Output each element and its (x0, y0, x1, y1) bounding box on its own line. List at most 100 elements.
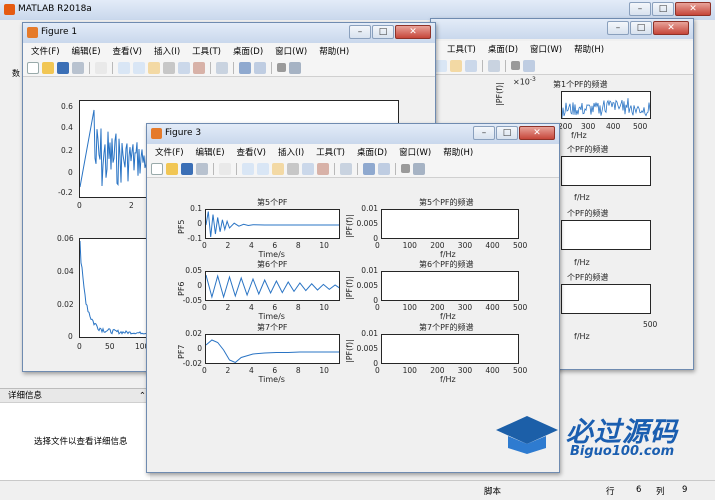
gray-square-icon[interactable] (401, 164, 410, 173)
colorbar-icon[interactable] (363, 162, 375, 175)
save-icon[interactable] (181, 162, 193, 175)
print-icon[interactable] (72, 61, 84, 74)
fig1-menu-insert[interactable]: 插入(I) (154, 45, 180, 57)
save-icon[interactable] (57, 61, 69, 74)
fig2-xlabel-4: f/Hz (574, 332, 590, 341)
matlab-titlebar: MATLAB R2018a – □ ✕ (0, 0, 715, 20)
print-icon[interactable] (196, 162, 208, 175)
gray-square-icon[interactable] (277, 63, 286, 72)
fig1-menu-edit[interactable]: 编辑(E) (72, 45, 101, 57)
rotate-icon[interactable] (287, 162, 299, 175)
fig3-time-xtick: 2 (225, 366, 231, 375)
fig3-freq-xtick: 200 (430, 366, 445, 375)
fig1-maximize-button[interactable]: □ (372, 25, 394, 39)
fig1-menu-desktop[interactable]: 桌面(D) (233, 45, 263, 57)
new-figure-icon[interactable] (27, 61, 39, 74)
fig1-bot-ytick: 0.04 (57, 267, 74, 276)
fig3-freq-xtick: 500 (513, 303, 528, 312)
fig2-menu-desktop[interactable]: 桌面(D) (488, 43, 518, 55)
fig1-menu-file[interactable]: 文件(F) (31, 45, 60, 57)
fig3-menu-view[interactable]: 查看(V) (237, 146, 266, 158)
fig3-menu-insert[interactable]: 插入(I) (278, 146, 304, 158)
fig2-minimize-button[interactable]: – (607, 21, 629, 35)
link-icon[interactable] (216, 61, 228, 74)
status-bar: 脚本 行 6 列 9 (0, 480, 715, 500)
datatip-icon[interactable] (178, 61, 190, 74)
fig1-top-xtick: 0 (77, 201, 82, 210)
brush-icon[interactable] (317, 162, 329, 175)
minimize-button[interactable]: – (629, 2, 651, 16)
fig3-maximize-button[interactable]: □ (496, 126, 518, 140)
zoom-in-icon[interactable] (435, 59, 447, 72)
open-icon[interactable] (166, 162, 178, 175)
pan-icon[interactable] (148, 61, 160, 74)
fig2-close-button[interactable]: ✕ (653, 21, 689, 35)
fig3-menu-help[interactable]: 帮助(H) (443, 146, 473, 158)
zoom-out-icon[interactable] (257, 162, 269, 175)
toolstrip-fragment: 数 (12, 69, 20, 78)
fig3-right-axes-7 (381, 334, 519, 364)
close-button[interactable]: ✕ (675, 2, 711, 16)
fig1-menu-tools[interactable]: 工具(T) (192, 45, 221, 57)
chevron-up-icon[interactable]: ⌃ (139, 389, 146, 402)
legend-icon[interactable] (254, 61, 266, 74)
fig3-time-xtick: 8 (295, 303, 301, 312)
graduation-cap-icon (494, 414, 560, 454)
fig1-close-button[interactable]: ✕ (395, 25, 431, 39)
fig3-menu-edit[interactable]: 编辑(E) (196, 146, 225, 158)
legend-icon[interactable] (523, 59, 535, 72)
datatip-icon[interactable] (465, 59, 477, 72)
fig3-left-ytick: -0.1 (187, 234, 202, 243)
fig3-menu-desktop[interactable]: 桌面(D) (357, 146, 387, 158)
print-icon[interactable] (488, 59, 500, 72)
open-icon[interactable] (42, 61, 54, 74)
fig3-left-ylabel-7: PF7 (177, 344, 186, 359)
fig3-time-xtick: 8 (295, 241, 301, 250)
pointer-icon[interactable] (219, 162, 231, 175)
pointer-icon[interactable] (95, 61, 107, 74)
fig3-freq-xtick: 0 (375, 241, 380, 250)
fig3-menu-file[interactable]: 文件(F) (155, 146, 184, 158)
fig3-time-xtick: 10 (319, 241, 329, 250)
fig3-menu-tools[interactable]: 工具(T) (316, 146, 345, 158)
fig1-toolbar (23, 59, 435, 77)
fig1-menu-window[interactable]: 窗口(W) (275, 45, 307, 57)
rotate-icon[interactable] (163, 61, 175, 74)
figure1-titlebar: Figure 1 – □ ✕ (23, 23, 435, 43)
maximize-button[interactable]: □ (652, 2, 674, 16)
fig2-spectrum-axes-4 (561, 284, 651, 314)
dock-icon[interactable] (289, 61, 301, 74)
fig1-menu-view[interactable]: 查看(V) (113, 45, 142, 57)
fig3-menu-window[interactable]: 窗口(W) (399, 146, 431, 158)
fig2-maximize-button[interactable]: □ (630, 21, 652, 35)
new-figure-icon[interactable] (151, 162, 163, 175)
fig1-bot-xtick: 0 (77, 342, 82, 351)
fig3-freq-xtick: 400 (485, 241, 500, 250)
detail-text: 选择文件以查看详细信息 (34, 437, 128, 447)
legend-icon[interactable] (378, 162, 390, 175)
fig2-menu-tools[interactable]: 工具(T) (447, 43, 476, 55)
figure-icon (151, 128, 162, 139)
fig2-menu-help[interactable]: 帮助(H) (574, 43, 604, 55)
figure-icon (27, 27, 38, 38)
zoom-in-icon[interactable] (118, 61, 130, 74)
fig2-menu-window[interactable]: 窗口(W) (530, 43, 562, 55)
fig3-minimize-button[interactable]: – (473, 126, 495, 140)
brush-icon[interactable] (193, 61, 205, 74)
datatip-icon[interactable] (302, 162, 314, 175)
fig3-time-xtick: 6 (272, 241, 278, 250)
link-icon[interactable] (340, 162, 352, 175)
pan-icon[interactable] (272, 162, 284, 175)
fig3-left-ytick: -0.05 (182, 296, 202, 305)
zoom-in-icon[interactable] (242, 162, 254, 175)
fig1-minimize-button[interactable]: – (349, 25, 371, 39)
gray-square-icon[interactable] (511, 61, 520, 70)
fig1-menu-help[interactable]: 帮助(H) (319, 45, 349, 57)
dock-icon[interactable] (413, 162, 425, 175)
colorbar-icon[interactable] (239, 61, 251, 74)
fig3-toolbar (147, 160, 559, 178)
pan-icon[interactable] (450, 59, 462, 72)
zoom-out-icon[interactable] (133, 61, 145, 74)
fig3-close-button[interactable]: ✕ (519, 126, 555, 140)
fig3-left-ytick: 0.1 (190, 204, 202, 213)
